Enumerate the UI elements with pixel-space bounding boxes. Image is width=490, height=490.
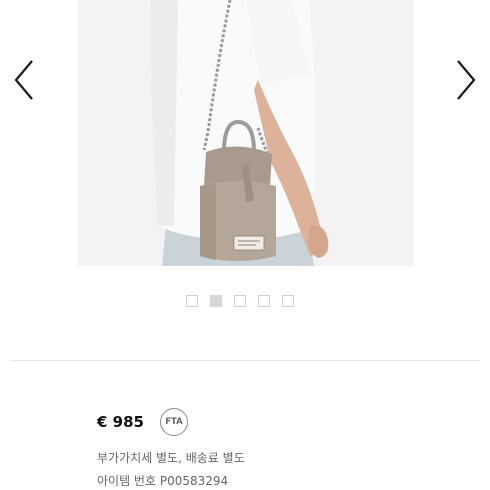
- carousel-dot-1[interactable]: [186, 295, 198, 307]
- previous-image-button[interactable]: [4, 52, 44, 108]
- carousel-dot-2[interactable]: [210, 295, 222, 307]
- chevron-left-icon: [14, 60, 33, 100]
- tax-shipping-note: 부가가치세 별도, 배송료 별도: [97, 451, 245, 465]
- carousel-indicators: [186, 295, 294, 307]
- next-image-button[interactable]: [446, 52, 486, 108]
- product-image[interactable]: [78, 0, 414, 266]
- item-number: 아이템 번호 P00583294: [97, 474, 229, 488]
- section-divider: [10, 360, 480, 361]
- carousel-dot-3[interactable]: [234, 295, 246, 307]
- product-price: € 985: [97, 413, 144, 431]
- model-with-bucket-bag-illustration: [78, 0, 414, 266]
- carousel-dot-4[interactable]: [258, 295, 270, 307]
- price-row: € 985 FTA: [97, 408, 188, 436]
- carousel-dot-5[interactable]: [282, 295, 294, 307]
- fta-badge[interactable]: FTA: [159, 408, 188, 436]
- chevron-right-icon: [457, 60, 476, 100]
